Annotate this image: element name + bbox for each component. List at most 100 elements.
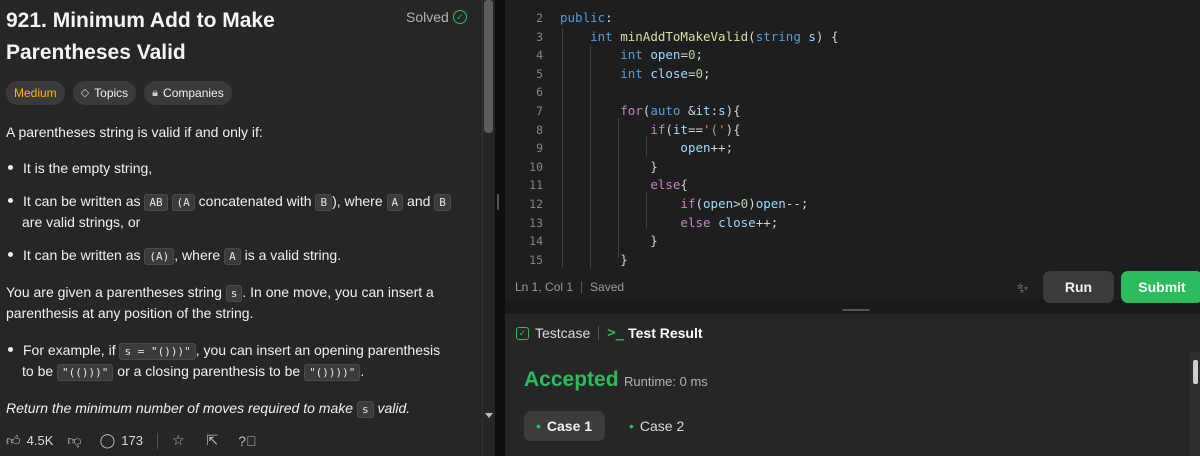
share-icon[interactable]: ⇱ xyxy=(207,432,219,449)
comment-icon[interactable]: ◯ xyxy=(100,432,116,449)
topics-tag[interactable]: ◇ Topics xyxy=(72,81,137,105)
inline-code: (A) xyxy=(144,248,175,265)
code-line[interactable]: } xyxy=(560,158,658,177)
run-button[interactable]: Run xyxy=(1043,271,1114,303)
line-number: 10 xyxy=(529,159,543,174)
line-number: 11 xyxy=(529,178,543,193)
description-bullet: It is the empty string, xyxy=(8,157,152,179)
code-line[interactable]: else{ xyxy=(560,176,688,195)
bullet-text: or a closing parenthesis to be xyxy=(113,363,305,379)
inline-code: B xyxy=(434,194,451,211)
checkbox-icon: ✓ xyxy=(516,326,529,340)
runtime-label: Runtime: 0 ms xyxy=(624,374,708,389)
description-scrollbar-thumb[interactable] xyxy=(484,0,493,133)
case-2-button[interactable]: • Case 2 xyxy=(617,411,697,441)
bullet-text: , you can insert an opening parenthesis xyxy=(195,342,441,358)
code-line[interactable]: else close++; xyxy=(560,214,778,233)
bullet-text: is a valid string. xyxy=(240,247,342,263)
results-scrollbar-thumb[interactable] xyxy=(1193,360,1198,384)
bullet-text: For example, if xyxy=(23,342,120,358)
comments-count: 173 xyxy=(121,433,143,448)
line-number: 2 xyxy=(536,11,543,25)
companies-tag[interactable]: 🔒︎ Companies xyxy=(144,81,232,105)
bullet-text: concatenated with xyxy=(194,193,316,209)
code-line[interactable]: if(it=='('){ xyxy=(560,121,740,140)
solved-status: Solved ✓ xyxy=(406,9,467,25)
bullet-text: and xyxy=(403,193,435,209)
description-paragraph-continuation: parenthesis at any position of the strin… xyxy=(6,305,254,321)
bullet-continuation: are valid strings, or xyxy=(22,214,141,230)
bullet-dot xyxy=(8,346,13,352)
inline-code: A xyxy=(386,194,404,211)
bullet-text: , where xyxy=(174,247,225,263)
thumbs-down-icon[interactable]: 👎︎ xyxy=(67,432,81,449)
bullet-dot xyxy=(8,251,13,257)
line-number: 12 xyxy=(529,197,543,211)
bullet-text: to be xyxy=(22,363,58,379)
case-1-label: Case 1 xyxy=(546,418,593,434)
line-number: 4 xyxy=(536,48,543,63)
code-line[interactable]: } xyxy=(560,251,628,270)
editor-status-bar: Ln 1, Col 1 Saved xyxy=(515,280,624,294)
code-line[interactable]: if(open>0)open--; xyxy=(560,195,808,214)
code-line[interactable]: int minAddToMakeValid(string s) { xyxy=(560,28,838,47)
companies-label: Companies xyxy=(163,86,224,100)
problem-footer: 👍︎ 4.5K 👎︎ ◯ 173 ☆ ⇱ ?⃝ xyxy=(6,432,257,449)
scroll-down-arrow[interactable] xyxy=(485,413,493,418)
line-number: 15 xyxy=(529,252,543,267)
terminal-icon: >_ xyxy=(607,325,625,341)
case-1-button[interactable]: • Case 1 xyxy=(524,411,605,441)
ai-assistant-icon[interactable]: ✨︎ xyxy=(1017,280,1029,297)
panel-divider-grip[interactable] xyxy=(497,194,499,210)
results-tabs: ✓ Testcase >_ Test Result xyxy=(516,325,703,341)
code-line[interactable]: for(auto &it:s){ xyxy=(560,102,740,121)
star-icon[interactable]: ☆ xyxy=(172,432,185,449)
paragraph-text: . In one move, you can insert a xyxy=(242,284,434,300)
difficulty-badge[interactable]: Medium xyxy=(6,81,65,105)
cursor-position: Ln 1, Col 1 xyxy=(515,280,574,294)
description-bullet: It can be written as (A), where A is a v… xyxy=(8,244,341,268)
inline-code: A xyxy=(224,248,241,265)
line-number: 13 xyxy=(529,215,543,230)
code-line[interactable] xyxy=(560,83,568,102)
lock-icon: 🔒︎ xyxy=(152,87,159,99)
panel-resize-handle[interactable] xyxy=(842,309,870,311)
bullet-text: It can be written as xyxy=(23,193,145,209)
bullet-dot xyxy=(8,197,13,203)
panel-divider[interactable] xyxy=(495,0,505,456)
bullet-text: . xyxy=(360,363,365,379)
status-divider xyxy=(581,281,583,293)
inline-code: s xyxy=(225,285,243,302)
code-line[interactable]: } xyxy=(560,232,658,251)
tab-test-result[interactable]: Test Result xyxy=(628,325,702,341)
solved-label: Solved xyxy=(406,9,449,25)
problem-title: 921. Minimum Add to Make Parentheses Val… xyxy=(6,9,275,64)
return-text: Return the minimum number of moves requi… xyxy=(6,400,357,416)
inline-code: B xyxy=(315,194,333,211)
topics-label: Topics xyxy=(94,86,129,100)
thumbs-up-icon[interactable]: 👍︎ xyxy=(6,432,21,449)
line-number: 5 xyxy=(536,66,543,81)
tab-testcase[interactable]: Testcase xyxy=(535,325,590,341)
line-number: 3 xyxy=(536,29,543,44)
case-2-label: Case 2 xyxy=(639,418,685,434)
bullet-text: ), where xyxy=(332,193,387,209)
code-line[interactable]: open++; xyxy=(560,139,733,158)
paragraph-text: You are given a parentheses string xyxy=(6,284,226,300)
return-statement: Return the minimum number of moves requi… xyxy=(6,397,410,421)
example-continuation: to be "(()))" or a closing parenthesis t… xyxy=(22,360,364,384)
pass-dot-icon: • xyxy=(536,418,541,434)
line-number: 7 xyxy=(536,104,543,118)
inline-code: "(()))" xyxy=(57,364,114,381)
code-line[interactable]: public: xyxy=(560,9,613,28)
code-line[interactable]: int close=0; xyxy=(560,65,710,84)
code-line[interactable]: int open=0; xyxy=(560,46,703,65)
inline-code: s = "()))" xyxy=(119,343,196,360)
line-number: 6 xyxy=(536,85,543,100)
submit-button[interactable]: Submit xyxy=(1121,271,1200,303)
tag-icon: ◇ xyxy=(80,87,90,99)
return-text: valid. xyxy=(373,400,411,416)
inline-code: (A xyxy=(171,194,195,211)
bullet-text: It is the empty string, xyxy=(23,160,153,176)
help-icon[interactable]: ?⃝ xyxy=(238,433,256,449)
